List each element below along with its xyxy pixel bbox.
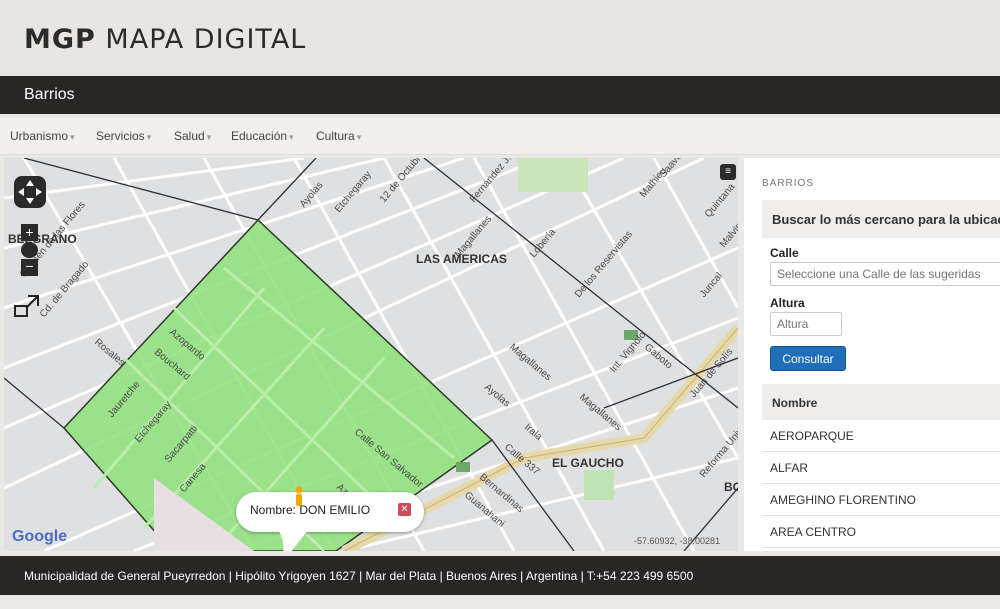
table-row[interactable]: AMEGHINO FLORENTINO [762,484,1000,516]
pegman-icon[interactable] [294,486,304,508]
chevron-down-icon: ▾ [146,132,152,142]
menu-item-servicios[interactable]: Servicios ▾ [96,129,151,143]
zoom-in-icon[interactable]: + [21,224,38,241]
close-icon[interactable]: ✕ [398,503,411,516]
map-label-las-americas: LAS AMERICAS [416,252,507,266]
altura-label: Altura [770,296,805,310]
map-canvas[interactable]: Ayolas Etchegaray 12 de Octubre Fernánde… [4,158,738,551]
footer-text: Municipalidad de General Pueyrredon | Hi… [24,569,694,583]
coordinates-readout: -57.60932, -38.00281 [634,536,721,546]
popup-tail [278,530,308,551]
table-header: Nombre [762,384,1000,420]
pan-arrows [18,180,42,204]
map-label-el-gaucho: EL GAUCHO [552,456,624,470]
header: MGP MAPA DIGITAL [0,0,1000,76]
zoom-out-icon[interactable]: − [21,259,38,276]
layers-icon[interactable]: ≡ [720,164,736,180]
google-logo: Google [12,528,68,545]
altura-input[interactable] [770,312,842,336]
panel-heading: BARRIOS [762,178,815,189]
table-row[interactable]: ALFAR [762,452,1000,484]
menu-item-salud[interactable]: Salud ▾ [174,129,211,143]
chevron-down-icon: ▾ [70,132,75,142]
footer: Municipalidad de General Pueyrredon | Hi… [0,556,1000,595]
chevron-down-icon: ▾ [206,132,212,142]
brand-light: MAPA DIGITAL [105,24,307,55]
table-row[interactable]: AREA CENTRO [762,516,1000,548]
side-panel: BARRIOS Buscar lo más cercano para la ub… [744,158,1000,551]
menu-item-urbanismo[interactable]: Urbanismo ▾ [10,129,75,143]
menu-item-cultura[interactable]: Cultura ▾ [316,129,361,143]
menu-item-educacion[interactable]: Educación ▾ [231,129,294,143]
brand-bold: MGP [24,24,96,55]
page-title: Barrios [24,86,75,103]
info-popup: Nombre: DON EMILIO ✕ [236,492,424,532]
zoom-slider[interactable] [21,242,38,258]
section-title-bar: Barrios [0,76,1000,114]
chevron-down-icon: ▾ [356,132,362,142]
popup-text: Nombre: DON EMILIO [250,503,371,517]
search-box-title: Buscar lo más cercano para la ubicación [762,200,1000,238]
app-logo[interactable]: MGP MAPA DIGITAL [24,24,306,55]
chevron-down-icon: ▾ [289,132,294,142]
menu-bar: Urbanismo ▾ Servicios ▾ Salud ▾ Educación ▾ … [0,118,1000,155]
pan-control-icon[interactable] [14,176,46,208]
consultar-button[interactable]: Consultar [770,346,846,371]
map-label-belgrano: BELGRANO [8,232,77,246]
fullscreen-icon[interactable] [14,293,40,319]
calle-input[interactable] [770,262,1000,286]
table-row[interactable]: AEROPARQUE [762,420,1000,452]
calle-label: Calle [770,246,799,260]
map-label-bo: BO [724,480,738,494]
